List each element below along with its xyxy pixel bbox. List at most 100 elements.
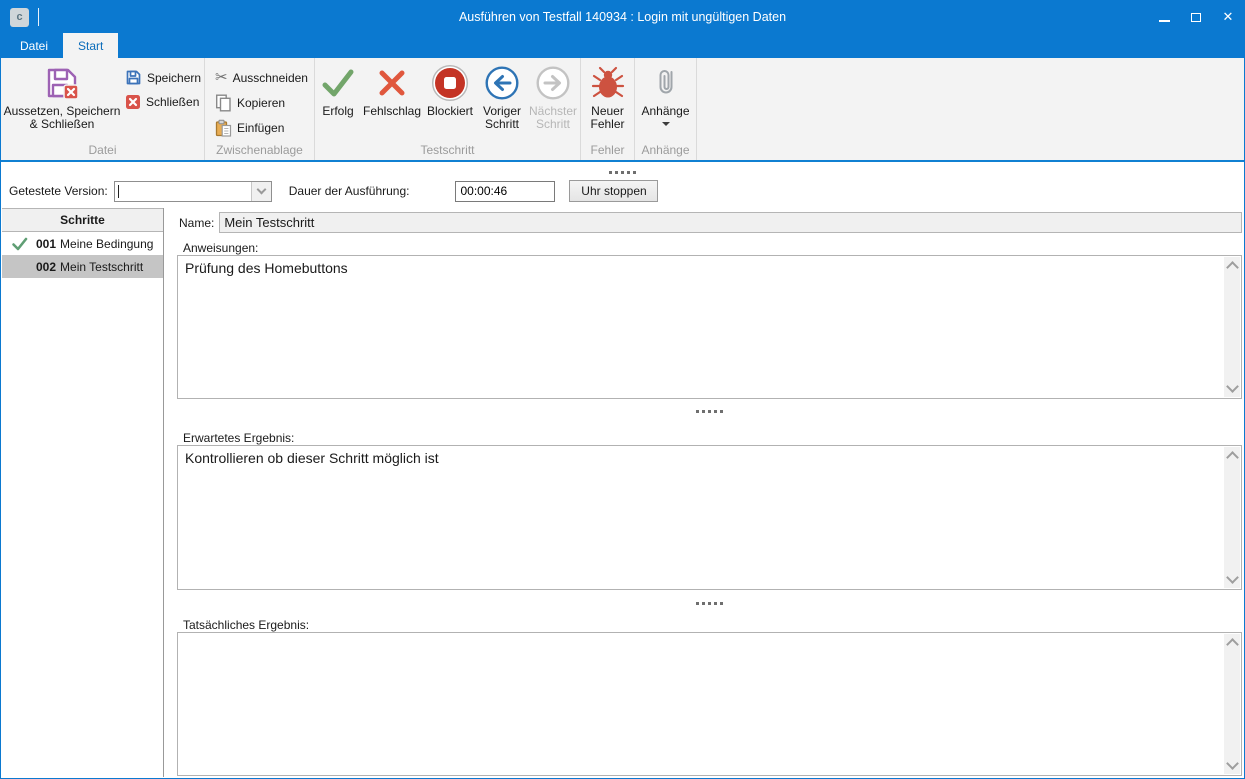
blocked-stop-icon — [431, 63, 469, 103]
instructions-label: Anweisungen: — [183, 241, 258, 255]
maximize-icon — [1191, 13, 1201, 22]
vertical-scrollbar[interactable] — [1224, 447, 1240, 588]
app-icon: c — [10, 8, 29, 27]
name-field[interactable]: Mein Testschritt — [219, 212, 1242, 233]
close-icon: ✕ — [1223, 9, 1234, 25]
ribbon-group-zwischenablage: ✂ Ausschneiden Kopieren — [205, 58, 315, 160]
new-defect-button[interactable]: Neuer Fehler — [581, 58, 634, 143]
step-name: Mein Testschritt — [60, 260, 143, 274]
tested-version-combobox[interactable] — [114, 181, 272, 202]
steps-panel: Schritte 001 Meine Bedingung 002 Mein Te… — [2, 208, 164, 777]
section-splitter-grip[interactable] — [176, 409, 1242, 414]
vertical-scrollbar[interactable] — [1224, 634, 1240, 774]
copy-icon — [215, 94, 232, 112]
scroll-up-icon[interactable] — [1226, 451, 1239, 464]
chevron-down-icon — [256, 185, 266, 195]
step-row-001[interactable]: 001 Meine Bedingung — [2, 232, 163, 255]
tab-start[interactable]: Start — [63, 33, 118, 58]
attachments-label: Anhänge — [641, 105, 689, 118]
name-value: Mein Testschritt — [224, 215, 314, 230]
success-label: Erfolg — [322, 105, 353, 118]
bug-icon — [591, 63, 625, 103]
group-label-testschritt: Testschritt — [315, 143, 580, 160]
tested-version-label: Getestete Version: — [9, 184, 108, 198]
fail-x-icon — [376, 63, 408, 103]
group-label-zwischenablage: Zwischenablage — [205, 143, 314, 160]
step-passed-check-icon — [2, 236, 36, 252]
close-label: Schließen — [146, 95, 199, 109]
ribbon-group-testschritt: Erfolg Fehlschlag — [315, 58, 581, 160]
paste-icon — [215, 119, 232, 137]
close-ribbon-button[interactable]: Schließen — [125, 92, 201, 111]
close-button[interactable]: ✕ — [1212, 1, 1244, 33]
scroll-up-icon[interactable] — [1226, 261, 1239, 274]
group-label-fehler: Fehler — [581, 143, 634, 160]
ribbon-group-fehler: Neuer Fehler Fehler — [581, 58, 635, 160]
ribbon-group-datei: Aussetzen, Speichern & Schließen Speiche… — [1, 58, 205, 160]
step-detail-panel: Name: Mein Testschritt Anweisungen: Prüf… — [176, 208, 1242, 776]
scroll-up-icon[interactable] — [1226, 638, 1239, 651]
app-window: c Ausführen von Testfall 140934 : Login … — [0, 0, 1245, 779]
scroll-down-icon[interactable] — [1226, 757, 1239, 770]
copy-label: Kopieren — [237, 96, 285, 110]
duration-input[interactable] — [455, 181, 555, 202]
maximize-button[interactable] — [1180, 1, 1212, 33]
fail-button[interactable]: Fehlschlag — [361, 58, 423, 143]
success-check-icon — [321, 63, 355, 103]
expected-result-textarea[interactable]: Kontrollieren ob dieser Schritt möglich … — [177, 445, 1242, 590]
copy-button[interactable]: Kopieren — [215, 93, 314, 112]
minimize-icon — [1159, 20, 1170, 22]
section-splitter-grip[interactable] — [176, 601, 1242, 606]
duration-label: Dauer der Ausführung: — [289, 184, 410, 198]
titlebar: c Ausführen von Testfall 140934 : Login … — [1, 1, 1244, 33]
new-defect-label: Neuer Fehler — [581, 105, 634, 131]
blocked-label: Blockiert — [427, 105, 473, 118]
scissors-icon: ✂ — [215, 70, 228, 85]
name-label: Name: — [179, 216, 214, 230]
ribbon: Aussetzen, Speichern & Schließen Speiche… — [1, 58, 1244, 162]
tested-version-dropdown-button[interactable] — [251, 182, 271, 201]
execution-toolbar: Getestete Version: Dauer der Ausführung:… — [9, 180, 658, 202]
expected-result-label: Erwartetes Ergebnis: — [183, 431, 294, 445]
next-step-button[interactable]: Nächster Schritt — [527, 58, 579, 143]
cut-button[interactable]: ✂ Ausschneiden — [215, 68, 314, 87]
actual-result-text — [185, 637, 1219, 771]
ribbon-tab-row: Datei Start — [1, 33, 1244, 58]
stop-clock-button[interactable]: Uhr stoppen — [569, 180, 658, 202]
text-caret — [118, 185, 119, 198]
scroll-down-icon[interactable] — [1226, 571, 1239, 584]
vertical-scrollbar[interactable] — [1224, 257, 1240, 397]
actual-result-label: Tatsächliches Ergebnis: — [183, 618, 309, 632]
step-row-002[interactable]: 002 Mein Testschritt — [2, 255, 163, 278]
paste-label: Einfügen — [237, 121, 284, 135]
paste-button[interactable]: Einfügen — [215, 118, 314, 137]
previous-step-button[interactable]: Voriger Schritt — [477, 58, 527, 143]
next-step-label: Nächster Schritt — [527, 105, 579, 131]
suspend-save-close-button[interactable]: Aussetzen, Speichern & Schließen — [1, 58, 123, 143]
save-suspend-icon — [44, 63, 80, 103]
instructions-text: Prüfung des Homebuttons — [185, 260, 1219, 394]
window-controls: ✕ — [1148, 1, 1244, 33]
actual-result-textarea[interactable] — [177, 632, 1242, 776]
name-row: Name: Mein Testschritt — [179, 212, 1242, 233]
stop-clock-label: Uhr stoppen — [581, 184, 646, 198]
scroll-down-icon[interactable] — [1226, 380, 1239, 393]
suspend-save-close-label: Aussetzen, Speichern & Schließen — [1, 105, 123, 131]
app-icon-glyph: c — [16, 11, 22, 23]
save-button[interactable]: Speichern — [125, 68, 201, 87]
attachments-dropdown-icon[interactable] — [662, 122, 670, 126]
blocked-button[interactable]: Blockiert — [423, 58, 477, 143]
instructions-textarea[interactable]: Prüfung des Homebuttons — [177, 255, 1242, 399]
attachments-button[interactable]: Anhänge — [635, 58, 696, 143]
titlebar-separator — [38, 8, 39, 26]
tab-datei[interactable]: Datei — [5, 33, 63, 58]
minimize-button[interactable] — [1148, 1, 1180, 33]
close-red-icon — [125, 94, 141, 110]
success-button[interactable]: Erfolg — [315, 58, 361, 143]
cut-label: Ausschneiden — [233, 71, 308, 85]
next-step-arrow-icon — [535, 63, 571, 103]
ribbon-splitter-grip[interactable] — [1, 169, 1244, 175]
steps-header: Schritte — [2, 208, 163, 232]
window-title: Ausführen von Testfall 140934 : Login mi… — [121, 10, 1124, 24]
previous-step-arrow-icon — [484, 63, 520, 103]
